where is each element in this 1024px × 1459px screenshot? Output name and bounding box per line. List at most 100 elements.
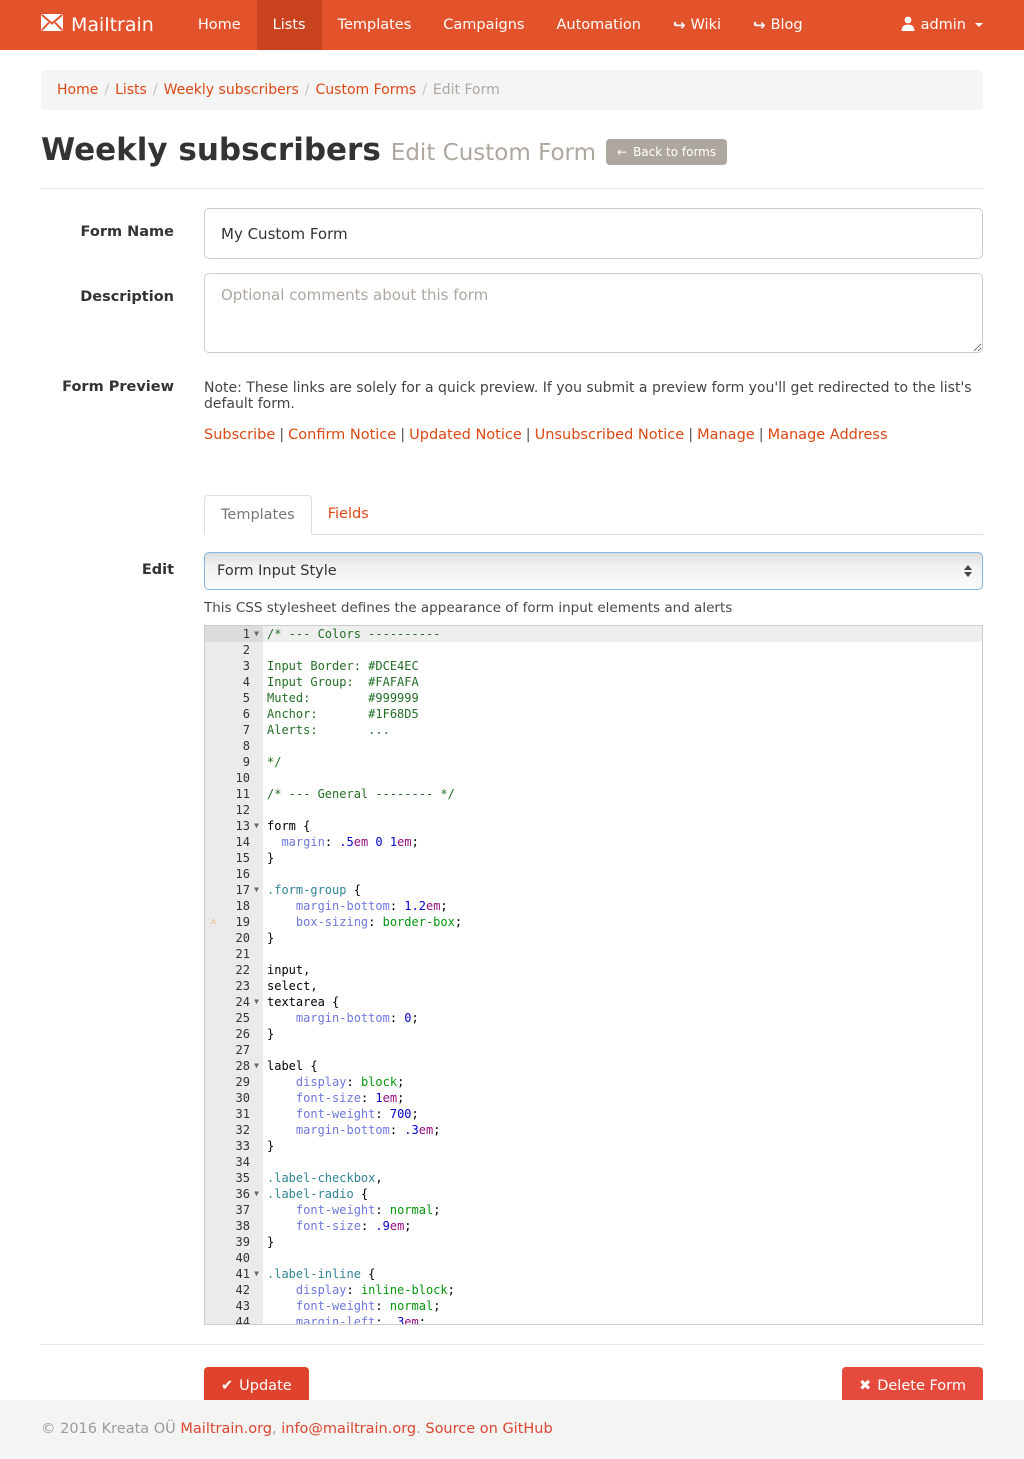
form-name-input[interactable] (204, 208, 983, 259)
gutter-cell[interactable]: 40 (205, 1250, 263, 1266)
breadcrumb-link[interactable]: Home (57, 82, 98, 98)
preview-link-subscribe[interactable]: Subscribe (204, 427, 275, 443)
gutter-cell[interactable]: 30 (205, 1090, 263, 1106)
fold-arrow-icon[interactable]: ▼ (250, 626, 263, 642)
gutter-cell[interactable]: 2 (205, 642, 263, 658)
gutter-cell[interactable]: 39 (205, 1234, 263, 1250)
gutter-cell[interactable]: 5 (205, 690, 263, 706)
gutter-cell[interactable]: 32 (205, 1122, 263, 1138)
gutter-cell[interactable]: 12 (205, 802, 263, 818)
gutter-cell[interactable]: 16 (205, 866, 263, 882)
gutter-cell[interactable]: 26 (205, 1026, 263, 1042)
nav-item-campaigns[interactable]: Campaigns (427, 0, 540, 50)
gutter-cell[interactable]: 10 (205, 770, 263, 786)
gutter-cell[interactable]: 37 (205, 1202, 263, 1218)
gutter-cell[interactable]: 28▼ (205, 1058, 263, 1074)
gutter-cell[interactable]: 6 (205, 706, 263, 722)
preview-link-manage-address[interactable]: Manage Address (768, 427, 888, 443)
gutter-cell[interactable]: 34 (205, 1154, 263, 1170)
gutter-cell[interactable]: 7 (205, 722, 263, 738)
breadcrumb-link[interactable]: Custom Forms (316, 82, 417, 98)
preview-link-confirm-notice[interactable]: Confirm Notice (288, 427, 396, 443)
gutter-cell[interactable]: 9 (205, 754, 263, 770)
preview-link-manage[interactable]: Manage (697, 427, 755, 443)
description-textarea[interactable] (204, 273, 983, 353)
footer-link-email[interactable]: info@mailtrain.org (281, 1421, 416, 1437)
gutter-cell[interactable]: 17▼ (205, 882, 263, 898)
nav-item-wiki[interactable]: ↪Wiki (657, 0, 737, 50)
fold-arrow-icon[interactable]: ▼ (250, 1186, 263, 1202)
fold-arrow-icon[interactable]: ▼ (250, 994, 263, 1010)
footer-link-mailtrain[interactable]: Mailtrain.org (180, 1421, 272, 1437)
fold-arrow-icon[interactable]: ▼ (250, 882, 263, 898)
brand-logo[interactable]: Mailtrain (0, 0, 182, 50)
code-text: margin-bottom: 1.2em; (263, 898, 982, 914)
gutter-cell[interactable]: 43 (205, 1298, 263, 1314)
css-code-editor[interactable]: 1▼/* --- Colors ----------23Input Border… (204, 625, 983, 1325)
nav-item-lists[interactable]: Lists (257, 0, 322, 50)
gutter-cell[interactable]: 22 (205, 962, 263, 978)
footer-link-github[interactable]: Source on GitHub (425, 1421, 552, 1437)
tab-templates[interactable]: Templates (204, 495, 312, 535)
gutter-cell[interactable]: 24▼ (205, 994, 263, 1010)
gutter-cell[interactable]: 13▼ (205, 818, 263, 834)
gutter-cell[interactable]: 20 (205, 930, 263, 946)
link-separator: | (275, 427, 288, 443)
nav-item-home[interactable]: Home (182, 0, 257, 50)
gutter-cell[interactable]: 41▼ (205, 1266, 263, 1282)
gutter-cell[interactable]: 8 (205, 738, 263, 754)
breadcrumb-link[interactable]: Lists (115, 82, 147, 98)
gutter-cell[interactable]: 25 (205, 1010, 263, 1026)
gutter-cell[interactable]: 1▼ (205, 626, 263, 642)
fold-arrow-icon[interactable]: ▼ (250, 818, 263, 834)
description-row: Description (41, 273, 983, 357)
nav-item-templates[interactable]: Templates (322, 0, 428, 50)
line-number: 13 (222, 818, 250, 834)
fold-arrow-icon[interactable]: ▼ (250, 1058, 263, 1074)
gutter-cell[interactable]: 38 (205, 1218, 263, 1234)
code-line: 5Muted: #999999 (205, 690, 982, 706)
nav-item-label: Lists (273, 17, 306, 33)
nav-item-blog[interactable]: ↪Blog (737, 0, 819, 50)
footer-sep: . (416, 1421, 425, 1437)
gutter-cell[interactable]: 3 (205, 658, 263, 674)
line-number: 8 (222, 738, 250, 754)
gutter-cell[interactable]: 21 (205, 946, 263, 962)
breadcrumb-separator: / (416, 82, 433, 98)
preview-link-unsubscribed-notice[interactable]: Unsubscribed Notice (535, 427, 685, 443)
gutter-cell[interactable]: 15 (205, 850, 263, 866)
nav-item-label: Home (198, 17, 241, 33)
gutter-cell[interactable]: 42 (205, 1282, 263, 1298)
code-line: 35.label-checkbox, (205, 1170, 982, 1186)
gutter-cell[interactable]: 18 (205, 898, 263, 914)
delete-button-label: Delete Form (877, 1378, 966, 1394)
gutter-cell[interactable]: 35 (205, 1170, 263, 1186)
breadcrumb-link[interactable]: Weekly subscribers (164, 82, 299, 98)
gutter-cell[interactable]: 44 (205, 1314, 263, 1325)
user-menu[interactable]: admin (889, 0, 1024, 50)
gutter-cell[interactable]: 11 (205, 786, 263, 802)
code-text: margin: .5em 0 1em; (263, 834, 982, 850)
gutter-cell[interactable]: 14 (205, 834, 263, 850)
edit-label: Edit (41, 552, 204, 1325)
code-line: 38 font-size: .9em; (205, 1218, 982, 1234)
back-to-forms-button[interactable]: ← Back to forms (606, 139, 727, 165)
navbar-spacer (819, 0, 889, 50)
gutter-cell[interactable]: 33 (205, 1138, 263, 1154)
nav-item-automation[interactable]: Automation (540, 0, 656, 50)
preview-link-updated-notice[interactable]: Updated Notice (409, 427, 522, 443)
user-icon (901, 16, 915, 35)
line-number: 28 (222, 1058, 250, 1074)
edit-template-select[interactable]: Form Input Style (204, 552, 983, 590)
gutter-cell[interactable]: 4 (205, 674, 263, 690)
gutter-cell[interactable]: ⚠19 (205, 914, 263, 930)
code-text: box-sizing: border-box; (263, 914, 982, 930)
tab-fields[interactable]: Fields (312, 495, 385, 534)
gutter-cell[interactable]: 36▼ (205, 1186, 263, 1202)
gutter-cell[interactable]: 31 (205, 1106, 263, 1122)
gutter-cell[interactable]: 23 (205, 978, 263, 994)
edit-row: Edit Form Input Style This CSS styleshee… (41, 552, 983, 1325)
gutter-cell[interactable]: 29 (205, 1074, 263, 1090)
gutter-cell[interactable]: 27 (205, 1042, 263, 1058)
fold-arrow-icon[interactable]: ▼ (250, 1266, 263, 1282)
